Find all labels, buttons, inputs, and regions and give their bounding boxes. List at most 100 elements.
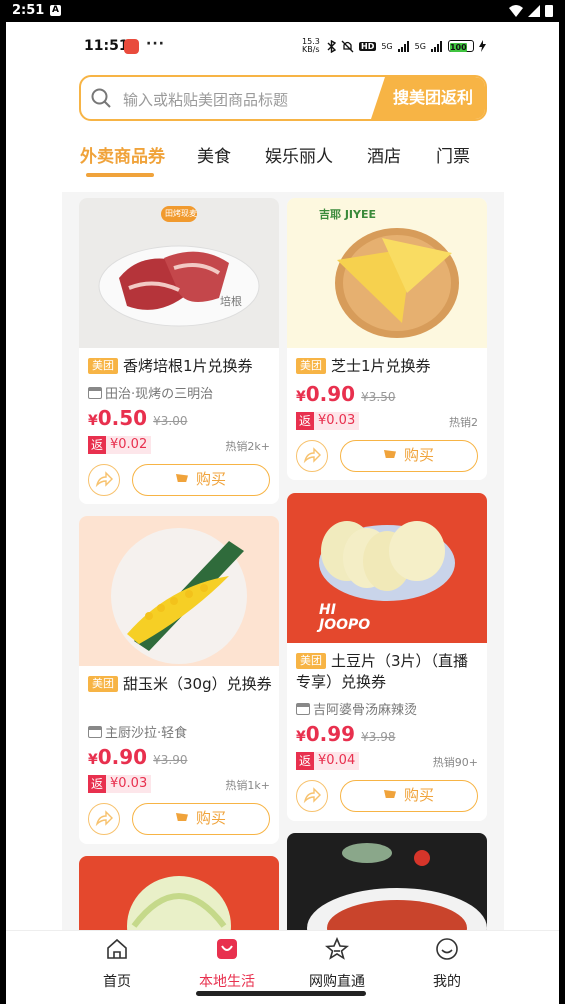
nav-mine[interactable]: 我的 [392, 937, 502, 991]
share-button[interactable] [296, 440, 328, 472]
price: ¥0.50 ¥3.00 [88, 406, 187, 430]
signal-5g-2: 5G [414, 41, 426, 51]
product-card[interactable] [287, 833, 487, 932]
product-title-text: 芝士1片兑换券 [331, 357, 431, 375]
shop-name-text: 田治·现烤の三明治 [105, 387, 214, 402]
price-value: 0.90 [305, 382, 356, 406]
corn-photo [111, 528, 247, 664]
sales-count: 热销2k+ [225, 440, 270, 453]
original-price: ¥3.90 [153, 753, 188, 767]
rebate: 返 ¥0.04 [296, 752, 360, 770]
battery-indicator: 100 [447, 40, 474, 52]
tab-tickets[interactable]: 门票 [436, 142, 470, 167]
price: ¥0.99 ¥3.98 [296, 722, 395, 746]
share-button[interactable] [88, 464, 120, 496]
signal-bars-icon [397, 40, 409, 52]
product-title-text: 香烤培根1片兑换券 [123, 357, 253, 375]
product-card[interactable]: HI JOOPO 美团 土豆片（3片）（直播专享）兑换券 吉阿婆骨汤麻辣烫 ¥0.… [287, 493, 487, 821]
product-card[interactable]: 田烤现麦 培根 美团 香烤培根1片兑换券 田治·现烤の三明治 ¥0.50 ¥3.00… [79, 198, 279, 504]
tab-takeout[interactable]: 外卖商品券 [80, 142, 165, 167]
image-logo: 吉耶 JIYEE [319, 208, 377, 221]
rebate-value: ¥0.03 [314, 412, 360, 430]
product-card[interactable]: 美团 甜玉米（30g）兑换券 主厨沙拉·轻食 ¥0.90 ¥3.90 返 ¥0.03 … [79, 516, 279, 844]
image-logo: HI JOOPO [319, 602, 371, 633]
signal-5g-1: 5G [381, 41, 393, 51]
mute-icon [341, 40, 354, 52]
shop-icon [88, 386, 102, 399]
bacon-photo [98, 206, 260, 327]
share-icon [95, 471, 113, 488]
currency: ¥ [296, 729, 306, 745]
hd-badge: HD [359, 41, 377, 51]
cabbage-photo [127, 876, 231, 932]
home-icon [107, 938, 127, 959]
share-button[interactable] [88, 803, 120, 835]
rebate-value: ¥0.03 [106, 775, 152, 793]
price-value: 0.99 [305, 722, 356, 746]
system-status-bar: 2:51 A [0, 0, 565, 22]
search-bar[interactable]: 输入或粘贴美团商品标题 搜美团返利 [79, 75, 487, 121]
nav-online-shopping-label: 网购直通 [309, 974, 365, 990]
star-icon [324, 936, 350, 960]
buy-button[interactable]: 购买 [340, 440, 478, 472]
product-card[interactable]: 吉耶 JIYEE 美团 芝士1片兑换券 ¥0.90 ¥3.50 返 ¥0.03 热销2… [287, 198, 487, 480]
tab-entertainment[interactable]: 娱乐丽人 [265, 142, 333, 167]
shop-name-text: 主厨沙拉·轻食 [105, 726, 188, 741]
net-speed: 15.3 KB/s [302, 37, 320, 54]
product-image [79, 516, 279, 666]
inner-time: 11:51 [84, 38, 129, 54]
search-icon [91, 88, 111, 108]
bluetooth-icon [327, 39, 336, 53]
currency: ¥ [296, 389, 306, 405]
tab-food[interactable]: 美食 [197, 142, 231, 167]
buy-label: 购买 [403, 446, 434, 464]
more-dots: ··· [146, 36, 165, 52]
sales-count: 热销1k+ [225, 779, 270, 792]
buy-button[interactable]: 购买 [340, 780, 478, 812]
currency: ¥ [88, 752, 98, 768]
share-icon [303, 787, 321, 804]
meituan-badge: 美团 [88, 358, 118, 374]
search-input[interactable]: 输入或粘贴美团商品标题 [123, 89, 288, 110]
image-label: 培根 [220, 295, 242, 308]
sales-count: 热销90+ [432, 756, 478, 769]
share-icon [95, 810, 113, 827]
inner-indicators: 15.3 KB/s HD 5G 5G 100 [302, 38, 486, 54]
buy-button[interactable]: 购买 [132, 464, 270, 496]
product-card[interactable] [79, 856, 279, 932]
meituan-badge: 美团 [296, 358, 326, 374]
product-title: 美团 甜玉米（30g）兑换券 [88, 674, 272, 695]
buy-button[interactable]: 购买 [132, 803, 270, 835]
nav-local-life[interactable]: 本地生活 [172, 937, 282, 991]
share-button[interactable] [296, 780, 328, 812]
buy-label: 购买 [195, 809, 226, 827]
image-logo: 田烤现麦 [165, 209, 197, 218]
search-button[interactable]: 搜美团返利 [371, 77, 485, 119]
product-feed[interactable]: 田烤现麦 培根 美团 香烤培根1片兑换券 田治·现烤の三明治 ¥0.50 ¥3.00… [62, 192, 504, 932]
nav-mine-label: 我的 [433, 974, 461, 990]
wifi-icon [509, 4, 523, 17]
app-screen: 11:51 ··· 15.3 KB/s HD 5G 5G 100 输入或粘贴美团… [6, 22, 559, 1004]
shop-icon [88, 725, 102, 738]
active-tab-indicator [86, 173, 154, 177]
shop-name: 主厨沙拉·轻食 [88, 722, 187, 741]
bag-icon [217, 939, 237, 959]
smile-icon [436, 938, 458, 960]
cart-icon [175, 474, 188, 482]
rebate-value: ¥0.02 [106, 436, 152, 454]
price-value: 0.90 [97, 745, 148, 769]
gesture-home-bar[interactable] [196, 991, 366, 996]
cheese-photo [335, 228, 459, 338]
original-price: ¥3.98 [361, 730, 396, 744]
shop-name-text: 吉阿婆骨汤麻辣烫 [313, 703, 418, 718]
shop-icon [296, 702, 310, 715]
inner-status-bar: 11:51 ··· 15.3 KB/s HD 5G 5G 100 [6, 36, 559, 60]
nav-home-label: 首页 [103, 974, 131, 990]
product-title: 美团 芝士1片兑换券 [296, 356, 480, 377]
signal-bars-icon [430, 40, 442, 52]
nav-home[interactable]: 首页 [62, 937, 172, 991]
tab-hotel[interactable]: 酒店 [367, 142, 401, 167]
price-value: 0.50 [97, 406, 148, 430]
nav-local-life-label: 本地生活 [199, 974, 255, 990]
nav-online-shopping[interactable]: 网购直通 [282, 936, 392, 991]
